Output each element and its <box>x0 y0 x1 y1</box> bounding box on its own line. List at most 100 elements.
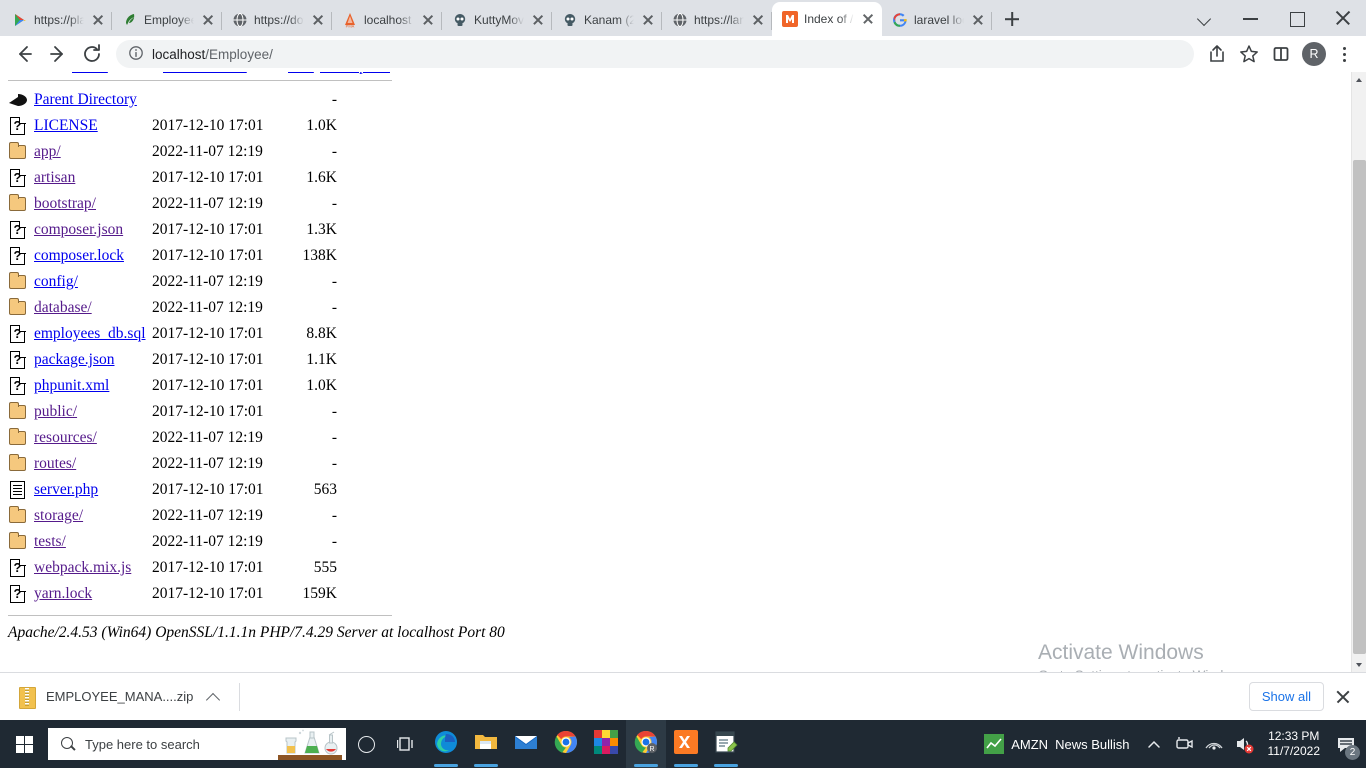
taskbar-app-file-explorer[interactable] <box>466 720 506 768</box>
profile-avatar[interactable]: R <box>1302 42 1326 66</box>
close-window-button[interactable] <box>1320 2 1366 34</box>
file-link[interactable]: employees_db.sql <box>34 325 146 342</box>
scroll-up-arrow-icon[interactable] <box>1352 72 1366 87</box>
file-link[interactable]: Parent Directory <box>34 91 137 108</box>
file-link[interactable]: database/ <box>34 299 92 316</box>
file-link[interactable]: tests/ <box>34 533 66 550</box>
tab-close-icon[interactable] <box>420 12 436 28</box>
file-name[interactable]: tests/ <box>34 529 152 555</box>
file-link[interactable]: yarn.lock <box>34 585 92 602</box>
tab-close-icon[interactable] <box>970 12 986 28</box>
browser-tab-0[interactable]: https://play <box>2 4 112 36</box>
column-header-size[interactable]: Size <box>288 72 314 76</box>
file-name[interactable]: package.json <box>34 347 152 373</box>
file-link[interactable]: bootstrap/ <box>34 195 96 212</box>
file-name[interactable]: storage/ <box>34 503 152 529</box>
file-link[interactable]: app/ <box>34 143 61 160</box>
taskbar-app-chrome[interactable] <box>546 720 586 768</box>
file-name[interactable]: composer.json <box>34 217 152 243</box>
file-link[interactable]: storage/ <box>34 507 83 524</box>
taskbar-app-editor[interactable] <box>706 720 746 768</box>
scroll-down-arrow-icon[interactable] <box>1352 657 1366 672</box>
volume-muted-icon[interactable] <box>1232 720 1256 768</box>
browser-tab-7-active[interactable]: Index of /E <box>772 2 882 36</box>
scrollbar-thumb[interactable] <box>1353 160 1366 654</box>
address-bar[interactable]: localhost/Employee/ <box>116 40 1194 68</box>
taskbar-app-chrome-active[interactable]: R <box>626 720 666 768</box>
file-link[interactable]: artisan <box>34 169 75 186</box>
task-view-button[interactable] <box>386 720 426 768</box>
file-link[interactable]: composer.lock <box>34 247 124 264</box>
file-link[interactable]: composer.json <box>34 221 123 238</box>
cortana-button[interactable] <box>346 720 386 768</box>
clock[interactable]: 12:33 PM 11/7/2022 <box>1262 729 1327 759</box>
file-name[interactable]: LICENSE <box>34 113 152 139</box>
reload-button[interactable] <box>76 38 108 70</box>
close-shelf-icon[interactable] <box>1330 684 1356 710</box>
file-link[interactable]: resources/ <box>34 429 97 446</box>
file-name[interactable]: Parent Directory <box>34 87 152 113</box>
new-tab-button[interactable] <box>998 5 1026 33</box>
three-dot-menu-icon[interactable] <box>1332 39 1358 69</box>
file-name[interactable]: phpunit.xml <box>34 373 152 399</box>
file-link[interactable]: server.php <box>34 481 98 498</box>
file-link[interactable]: package.json <box>34 351 114 368</box>
taskbar-app-photo-collage[interactable] <box>586 720 626 768</box>
column-header-name[interactable]: Name <box>72 72 108 76</box>
column-header-modified[interactable]: Last modified <box>163 72 247 76</box>
file-name[interactable]: server.php <box>34 477 152 503</box>
file-name[interactable]: employees_db.sql <box>34 321 152 347</box>
bookmark-star-icon[interactable] <box>1234 39 1264 69</box>
tab-close-icon[interactable] <box>200 12 216 28</box>
share-icon[interactable] <box>1202 39 1232 69</box>
browser-tab-8[interactable]: laravel loc <box>882 4 992 36</box>
forward-button[interactable] <box>42 38 74 70</box>
browser-tab-3[interactable]: PMA localhost / <box>332 4 442 36</box>
file-name[interactable]: database/ <box>34 295 152 321</box>
file-name[interactable]: routes/ <box>34 451 152 477</box>
browser-tab-5[interactable]: Kanam (20 <box>552 4 662 36</box>
tab-close-icon[interactable] <box>860 11 876 27</box>
taskbar-app-xampp[interactable] <box>666 720 706 768</box>
file-name[interactable]: artisan <box>34 165 152 191</box>
download-item[interactable]: EMPLOYEE_MANA....zip <box>10 680 233 714</box>
browser-tab-1[interactable]: Employee | <box>112 4 222 36</box>
taskbar-app-edge[interactable] <box>426 720 466 768</box>
file-name[interactable]: resources/ <box>34 425 152 451</box>
site-info-icon[interactable] <box>128 45 144 64</box>
show-hidden-icons-chevron[interactable] <box>1142 720 1166 768</box>
page-scrollbar[interactable] <box>1351 72 1366 672</box>
taskbar-app-mail[interactable] <box>506 720 546 768</box>
browser-tab-4[interactable]: KuttyMovi <box>442 4 552 36</box>
file-name[interactable]: public/ <box>34 399 152 425</box>
chevron-up-icon[interactable] <box>203 687 223 707</box>
column-header-description[interactable]: Description <box>320 72 390 76</box>
file-name[interactable]: bootstrap/ <box>34 191 152 217</box>
search-input[interactable]: Type here to search <box>48 728 346 760</box>
back-button[interactable] <box>8 38 40 70</box>
file-link[interactable]: routes/ <box>34 455 76 472</box>
file-link[interactable]: webpack.mix.js <box>34 559 131 576</box>
side-panel-icon[interactable] <box>1266 39 1296 69</box>
maximize-button[interactable] <box>1274 2 1320 34</box>
file-link[interactable]: config/ <box>34 273 78 290</box>
file-name[interactable]: app/ <box>34 139 152 165</box>
wifi-icon[interactable] <box>1202 720 1226 768</box>
show-all-downloads-button[interactable]: Show all <box>1249 682 1324 711</box>
start-button[interactable] <box>0 720 48 768</box>
file-name[interactable]: config/ <box>34 269 152 295</box>
camera-icon[interactable] <box>1172 720 1196 768</box>
tab-close-icon[interactable] <box>750 12 766 28</box>
browser-tab-6[interactable]: https://lan <box>662 4 772 36</box>
minimize-button[interactable] <box>1228 2 1274 34</box>
tab-close-icon[interactable] <box>310 12 326 28</box>
notification-center-button[interactable]: 2 <box>1332 720 1362 768</box>
browser-tab-2[interactable]: https://dow <box>222 4 332 36</box>
tab-close-icon[interactable] <box>640 12 656 28</box>
file-link[interactable]: LICENSE <box>34 117 98 134</box>
file-name[interactable]: composer.lock <box>34 243 152 269</box>
file-link[interactable]: phpunit.xml <box>34 377 109 394</box>
file-link[interactable]: public/ <box>34 403 77 420</box>
tab-close-icon[interactable] <box>530 12 546 28</box>
file-name[interactable]: webpack.mix.js <box>34 555 152 581</box>
